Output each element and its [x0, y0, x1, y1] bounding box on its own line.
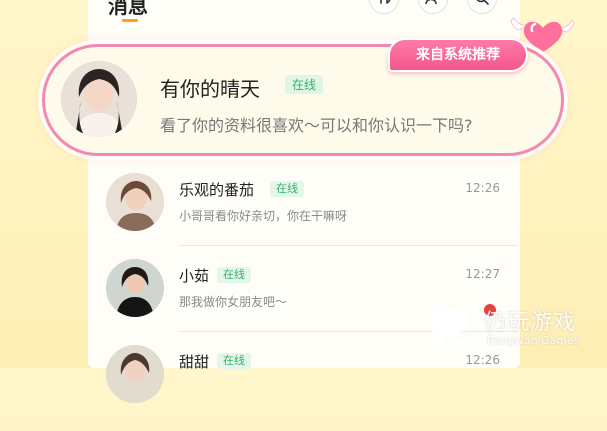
conversation-name: 甜甜: [179, 353, 210, 371]
conversation-avatar[interactable]: [106, 173, 164, 231]
watermark-text: 仍玩游戏: [484, 310, 577, 335]
online-badge: 在线: [217, 267, 251, 283]
conversation-time: 12:27: [465, 267, 500, 281]
sort-icon: [377, 0, 391, 9]
watermark-logo-icon: [428, 300, 480, 356]
conversation-item[interactable]: 甜甜 在线 12:26: [106, 345, 518, 431]
recommended-avatar[interactable]: [61, 61, 137, 137]
watermark-subtext: Rengwan Games: [487, 334, 580, 347]
add-friend-icon: [425, 0, 441, 9]
system-recommend-badge: 来自系统推荐: [388, 38, 528, 72]
conversation-name: 小茹: [179, 267, 210, 285]
recommended-name: 有你的晴天: [160, 77, 260, 101]
online-badge: 在线: [217, 353, 251, 369]
divider: [179, 245, 518, 246]
conversation-item[interactable]: 乐观的番茄 在线 12:26 小哥哥看你好亲切，你在干嘛呀: [106, 173, 518, 259]
conversation-avatar[interactable]: [106, 345, 164, 403]
conversation-preview: 那我做你女朋友吧～: [179, 295, 288, 309]
page-title[interactable]: 消息: [108, 0, 148, 19]
online-badge: 在线: [285, 75, 324, 94]
tab-indicator: [122, 19, 138, 22]
conversation-time: 12:26: [465, 181, 500, 195]
conversation-name: 乐观的番茄: [179, 181, 255, 199]
conversation-avatar[interactable]: [106, 259, 164, 317]
conversation-preview: 小哥哥看你好亲切，你在干嘛呀: [179, 209, 348, 223]
recommended-message: 看了你的资料很喜欢～可以和你认识一下吗?: [160, 116, 473, 135]
online-badge: 在线: [270, 181, 304, 197]
search-icon: [475, 0, 489, 9]
